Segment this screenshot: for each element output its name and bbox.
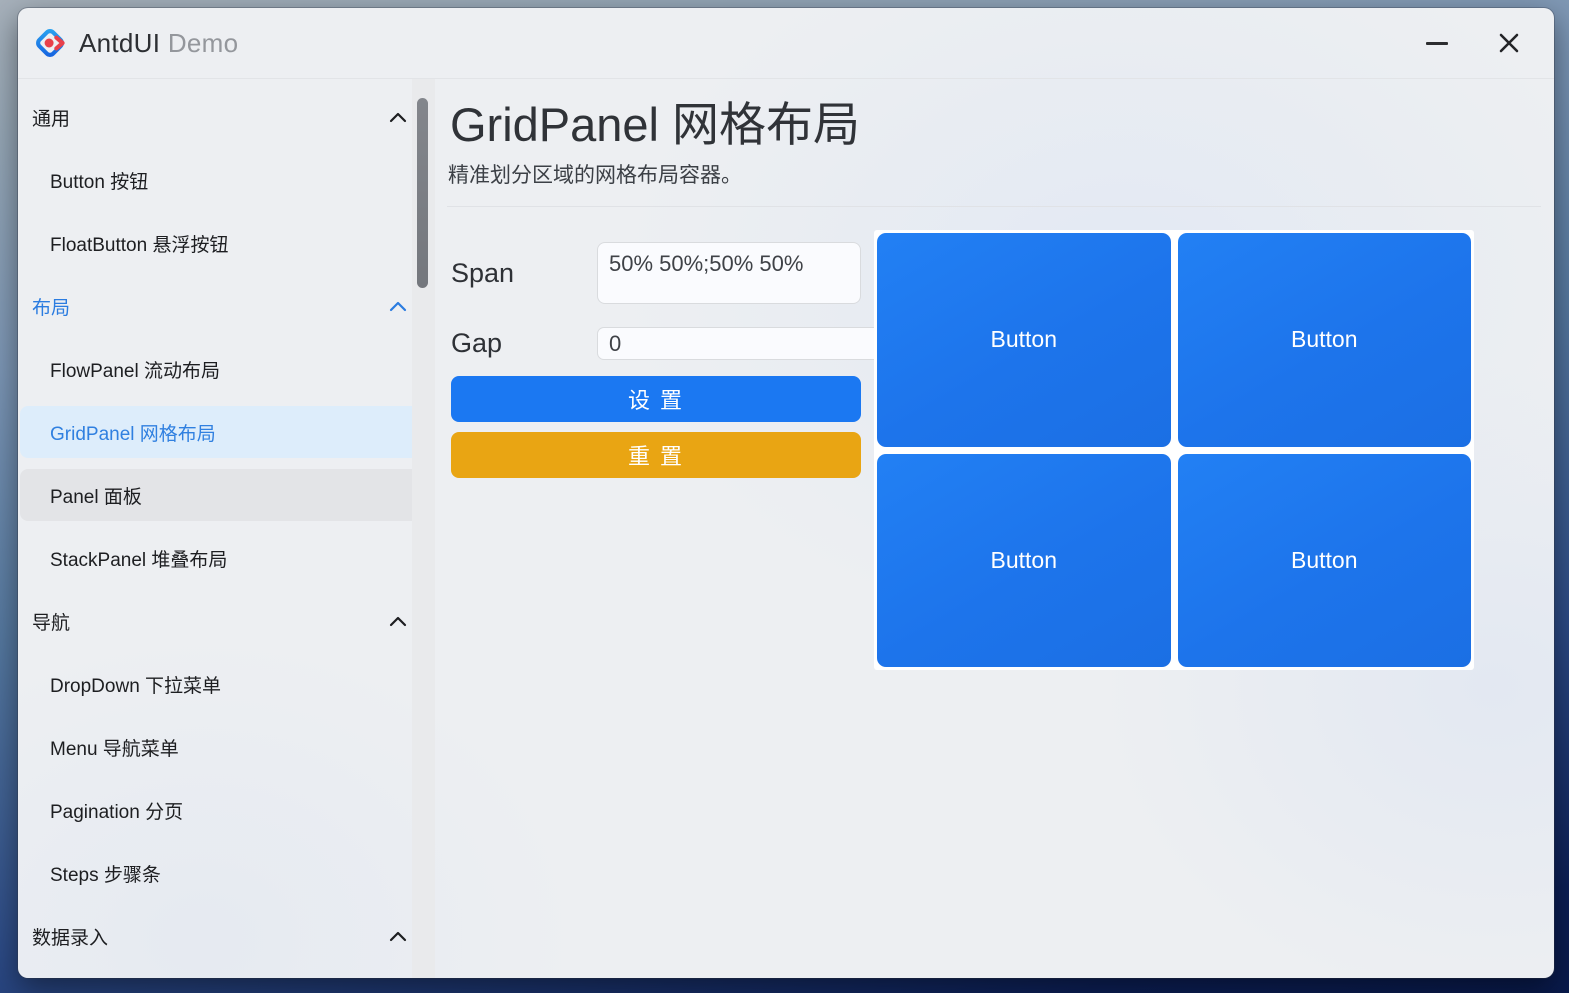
gap-row: Gap	[451, 327, 861, 360]
sidebar-item-flowpanel[interactable]: FlowPanel 流动布局	[20, 343, 433, 395]
chevron-up-icon	[389, 300, 407, 312]
sidebar-group-label: 通用	[32, 104, 70, 131]
sidebar-group-label: 数据录入	[32, 923, 108, 950]
demo-area: Span 50% 50%;50% 50% Gap 设 置 重 置 Button	[447, 207, 1541, 907]
close-icon	[1497, 31, 1521, 55]
sidebar-item-dropdown[interactable]: DropDown 下拉菜单	[20, 658, 433, 710]
page-title: GridPanel 网格布局	[450, 95, 1541, 154]
app-window: AntdUI Demo 通用	[18, 8, 1554, 978]
title-bar: AntdUI Demo	[18, 8, 1554, 79]
sidebar-item-pagination[interactable]: Pagination 分页	[20, 784, 433, 836]
settings-form: Span 50% 50%;50% 50% Gap 设 置 重 置	[451, 242, 861, 478]
desktop-wallpaper: AntdUI Demo 通用	[0, 0, 1569, 993]
sidebar-group-label: 导航	[32, 608, 70, 635]
app-body: 通用 Button 按钮 FloatButton 悬浮按钮 布局	[18, 79, 1554, 978]
sidebar-item-label: Button 按钮	[50, 167, 148, 194]
app-title: AntdUI Demo	[79, 28, 238, 59]
sidebar-item-menu[interactable]: Menu 导航菜单	[20, 721, 433, 773]
sidebar-item-label: Panel 面板	[50, 482, 142, 509]
gap-input[interactable]	[597, 327, 909, 360]
sidebar-group-label: 布局	[32, 293, 70, 320]
sidebar-item-floatbutton[interactable]: FloatButton 悬浮按钮	[20, 217, 433, 269]
grid-cell-button-4[interactable]: Button	[1178, 454, 1472, 668]
sidebar-group-general[interactable]: 通用	[20, 91, 433, 143]
gap-label: Gap	[451, 327, 597, 360]
main-content: GridPanel 网格布局 精准划分区域的网格布局容器。 Span 50% 5…	[435, 79, 1554, 978]
grid-cell-button-2[interactable]: Button	[1178, 233, 1472, 447]
grid-cell-button-1[interactable]: Button	[877, 233, 1171, 447]
chevron-up-icon	[389, 930, 407, 942]
sidebar-scrollbar-thumb[interactable]	[417, 98, 428, 288]
sidebar-item-steps[interactable]: Steps 步骤条	[20, 847, 433, 899]
sidebar-item-label: StackPanel 堆叠布局	[50, 545, 227, 572]
sidebar-item-stackpanel[interactable]: StackPanel 堆叠布局	[20, 532, 433, 584]
sidebar-group-data-entry[interactable]: 数据录入	[20, 910, 433, 962]
minimize-button[interactable]	[1414, 20, 1460, 66]
sidebar-item-label: FloatButton 悬浮按钮	[50, 230, 228, 257]
window-controls	[1414, 20, 1532, 66]
gridpanel-preview: Button Button Button Button	[874, 230, 1474, 670]
sidebar-item-panel[interactable]: Panel 面板	[20, 469, 433, 521]
sidebar-group-navigation[interactable]: 导航	[20, 595, 433, 647]
span-input[interactable]: 50% 50%;50% 50%	[597, 242, 861, 304]
app-title-brand: AntdUI	[79, 28, 160, 58]
reset-button[interactable]: 重 置	[451, 432, 861, 478]
sidebar-item-label: FlowPanel 流动布局	[50, 356, 220, 383]
page-subtitle: 精准划分区域的网格布局容器。	[448, 159, 1541, 189]
sidebar-item-label: Steps 步骤条	[50, 860, 161, 887]
sidebar-scrollbar-track[interactable]	[412, 79, 435, 978]
sidebar-item-label: Menu 导航菜单	[50, 734, 179, 761]
sidebar-item-gridpanel[interactable]: GridPanel 网格布局	[20, 406, 433, 458]
span-row: Span 50% 50%;50% 50%	[451, 242, 861, 304]
grid-cell-button-3[interactable]: Button	[877, 454, 1171, 668]
antdui-logo-icon	[32, 25, 68, 61]
minimize-icon	[1426, 42, 1448, 45]
chevron-up-icon	[389, 111, 407, 123]
sidebar-item-label: GridPanel 网格布局	[50, 419, 216, 446]
sidebar-group-layout[interactable]: 布局	[20, 280, 433, 332]
close-button[interactable]	[1486, 20, 1532, 66]
sidebar-item-label: DropDown 下拉菜单	[50, 671, 221, 698]
sidebar-item-button[interactable]: Button 按钮	[20, 154, 433, 206]
chevron-up-icon	[389, 615, 407, 627]
span-label: Span	[451, 242, 597, 304]
sidebar: 通用 Button 按钮 FloatButton 悬浮按钮 布局	[18, 79, 435, 978]
set-button[interactable]: 设 置	[451, 376, 861, 422]
app-title-suffix: Demo	[160, 28, 238, 58]
sidebar-item-label: Pagination 分页	[50, 797, 183, 824]
